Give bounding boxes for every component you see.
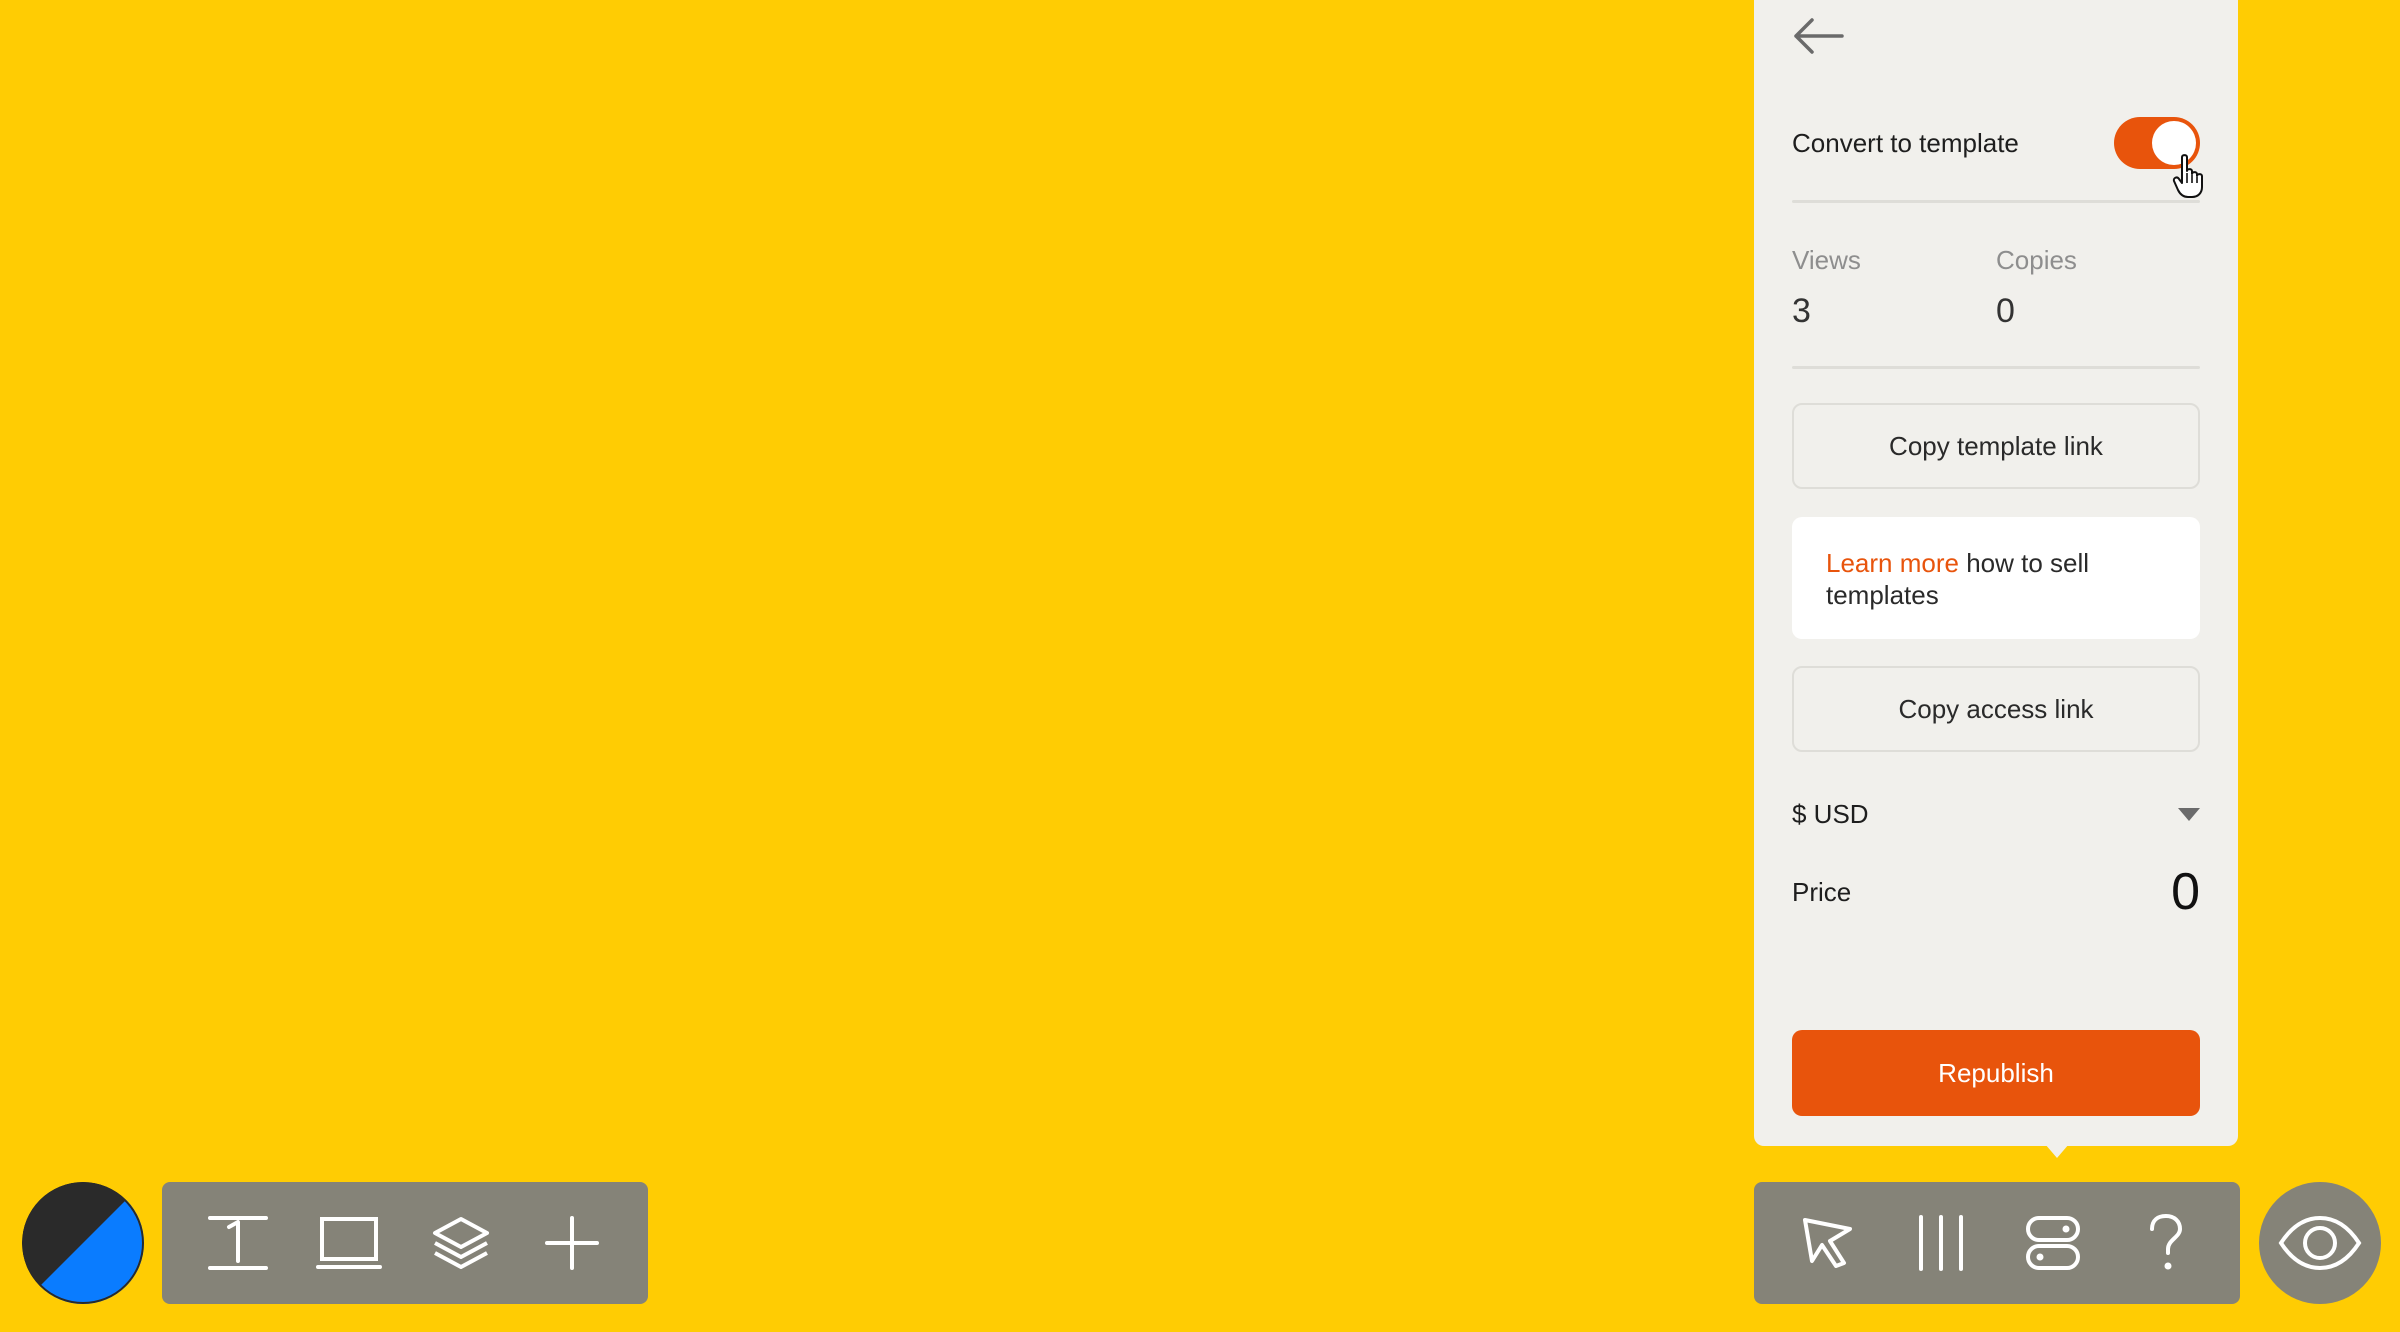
- divider: [1792, 200, 2200, 203]
- stat-copies: Copies 0: [1996, 245, 2200, 335]
- arrow-left-icon: [1792, 16, 1844, 61]
- currency-select[interactable]: $ USD: [1792, 790, 2200, 838]
- price-input[interactable]: 0: [2171, 862, 2200, 922]
- convert-template-toggle[interactable]: [2114, 117, 2203, 198]
- hand-cursor-icon: [2172, 153, 2208, 204]
- layers-icon[interactable]: [421, 1203, 501, 1283]
- divider: [1792, 366, 2200, 369]
- columns-icon[interactable]: [1901, 1203, 1981, 1283]
- convert-template-label: Convert to template: [1792, 127, 2019, 158]
- panel-pointer: [2045, 1144, 2069, 1158]
- sell-templates-info: Learn more how to sell templates: [1792, 517, 2200, 639]
- select-cursor-icon[interactable]: [1788, 1203, 1868, 1283]
- price-label: Price: [1792, 876, 1852, 907]
- copy-access-link-button[interactable]: Copy access link: [1792, 666, 2200, 752]
- republish-button[interactable]: Republish: [1792, 1030, 2200, 1116]
- help-icon[interactable]: [2126, 1203, 2206, 1283]
- eye-icon[interactable]: [2259, 1182, 2381, 1304]
- convert-template-row: Convert to template: [1792, 110, 2203, 198]
- stat-value: 0: [1996, 292, 2015, 330]
- frame-tool-icon[interactable]: [309, 1203, 389, 1283]
- add-icon[interactable]: [532, 1203, 612, 1283]
- stat-label: Copies: [1996, 245, 2077, 275]
- theme-color-icon[interactable]: [22, 1182, 144, 1304]
- back-button[interactable]: [1792, 16, 1846, 61]
- stat-label: Views: [1792, 245, 1861, 275]
- learn-more-link[interactable]: Learn more: [1826, 548, 1959, 578]
- stat-views: Views 3: [1792, 245, 1996, 335]
- sections-icon[interactable]: [2013, 1203, 2093, 1283]
- stats-row: Views 3 Copies 0: [1792, 245, 2200, 335]
- currency-value: $ USD: [1792, 798, 1869, 829]
- template-settings-panel: Convert to template Views 3 Copies 0 Cop…: [1754, 0, 2238, 1146]
- stat-value: 3: [1792, 292, 1811, 330]
- right-toolbar: [1754, 1182, 2240, 1304]
- copy-template-link-button[interactable]: Copy template link: [1792, 403, 2200, 489]
- text-tool-icon[interactable]: [198, 1203, 278, 1283]
- chevron-down-icon: [2178, 807, 2200, 821]
- price-row: Price 0: [1792, 862, 2200, 922]
- left-toolbar: [162, 1182, 648, 1304]
